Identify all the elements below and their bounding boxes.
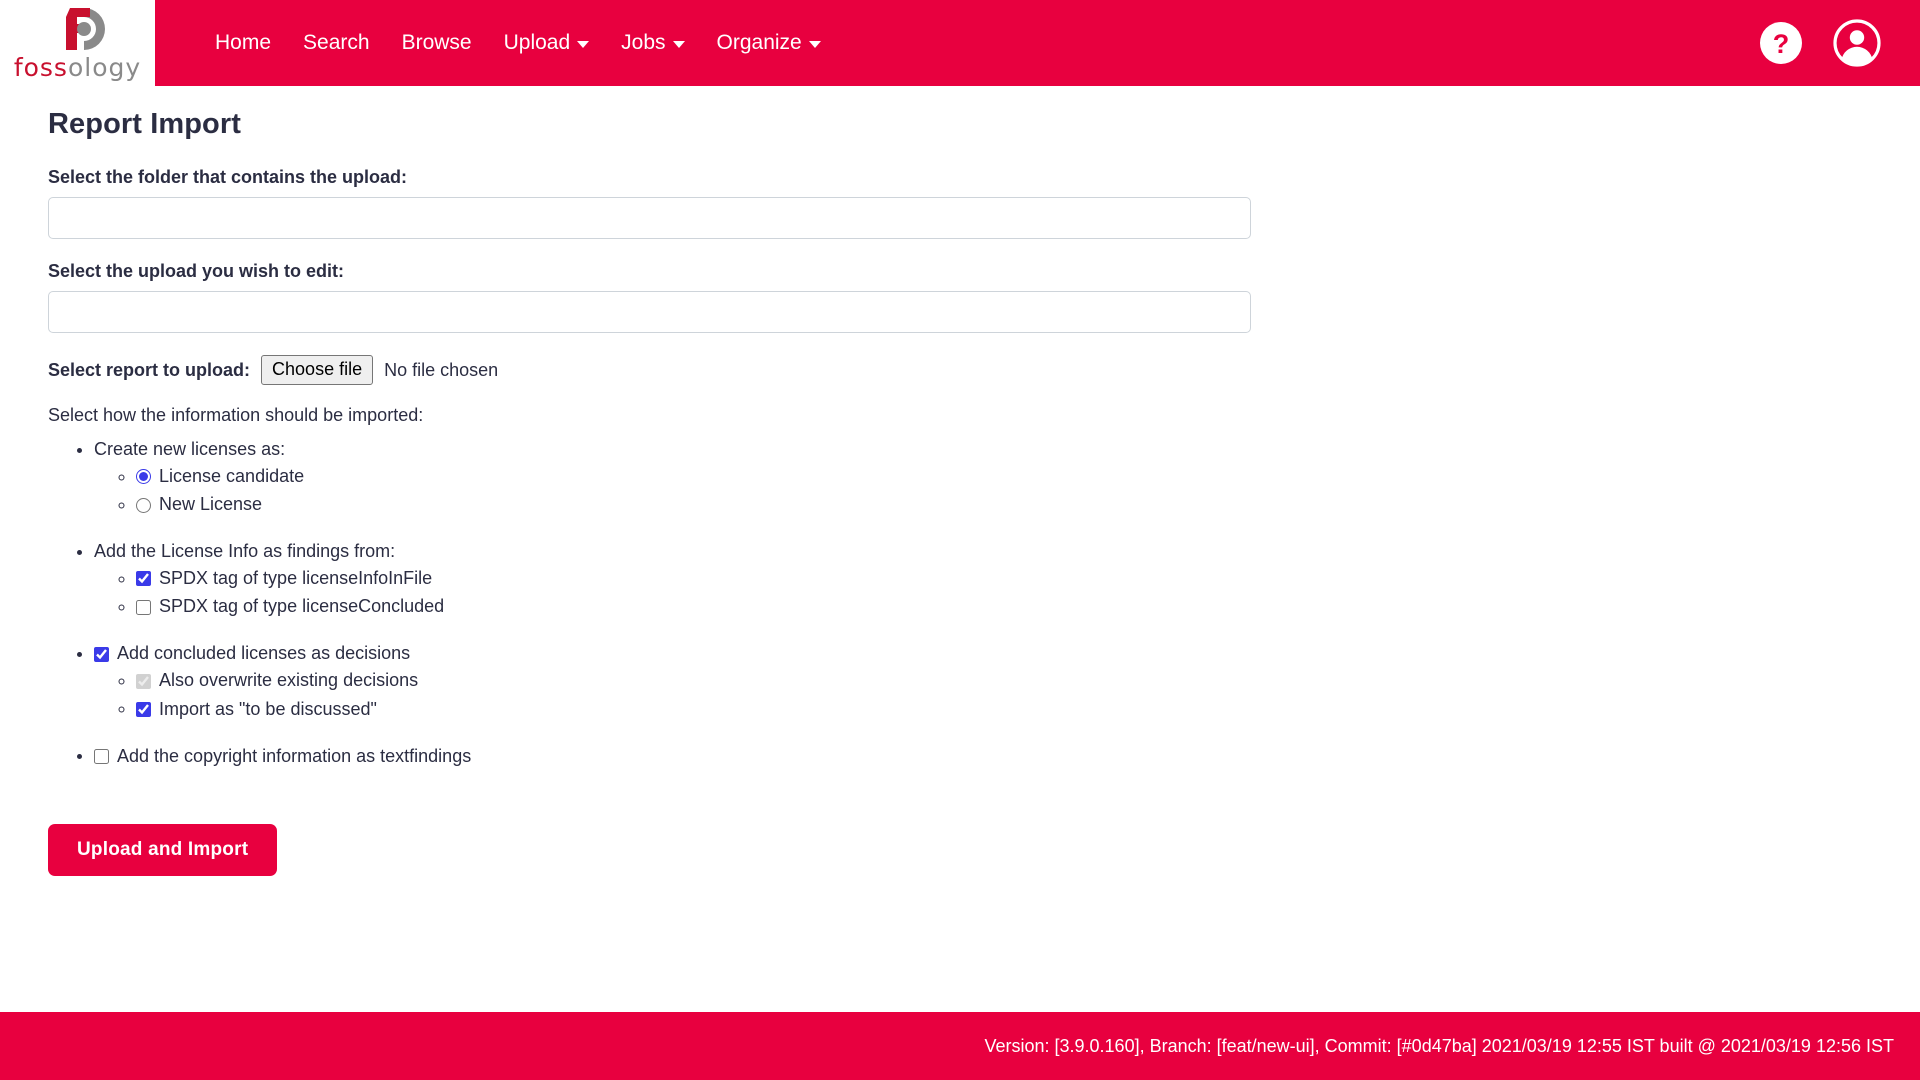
spdx-license-concluded-row[interactable]: SPDX tag of type licenseConcluded [136, 594, 444, 620]
report-file-row: Select report to upload: Choose file No … [48, 355, 1872, 385]
license-candidate-radio[interactable] [136, 469, 151, 485]
copyright-textfindings-label: Add the copyright information as textfin… [117, 745, 472, 766]
also-overwrite-label: Also overwrite existing decisions [159, 670, 419, 691]
nav-item-label: Upload [503, 31, 571, 54]
add-concluded-checkbox[interactable] [94, 646, 109, 662]
chevron-down-icon [577, 41, 590, 48]
concluded-sub-options: Also overwrite existing decisions Import… [94, 667, 1872, 723]
option-group-create-licenses: Create new licenses as: License candidat… [94, 436, 1872, 520]
option-group-license-info: Add the License Info as findings from: S… [94, 538, 1872, 622]
chevron-down-icon [672, 41, 685, 48]
spdx-license-concluded-checkbox[interactable] [136, 599, 151, 615]
nav-item-browse[interactable]: Browse [386, 23, 488, 63]
top-navbar: fossology Home Search Browse Upload Jobs… [0, 0, 1920, 86]
upload-select-label: Select the upload you wish to edit: [48, 261, 345, 281]
list-item: Import as "to be discussed" [136, 695, 1872, 723]
page-title: Report Import [48, 108, 242, 140]
import-to-be-discussed-row[interactable]: Import as "to be discussed" [136, 697, 377, 723]
license-info-choices: SPDX tag of type licenseInfoInFile SPDX … [94, 565, 1872, 621]
also-overwrite-row: Also overwrite existing decisions [136, 668, 418, 694]
license-candidate-label: License candidate [159, 466, 305, 487]
nav-item-label: Search [303, 31, 370, 54]
file-status-text: No file chosen [384, 359, 499, 380]
navbar-actions: ? [1758, 0, 1900, 86]
upload-and-import-button[interactable]: Upload and Import [48, 824, 278, 877]
nav-item-label: Home [215, 31, 272, 54]
import-to-be-discussed-checkbox[interactable] [136, 701, 151, 717]
list-item: SPDX tag of type licenseConcluded [136, 593, 1872, 621]
app-root: fossology Home Search Browse Upload Jobs… [0, 0, 1920, 1080]
nav-item-label: Jobs [621, 31, 666, 54]
nav-item-label: Organize [716, 31, 802, 54]
svg-text:?: ? [1773, 29, 1790, 59]
nav-item-label: Browse [401, 31, 472, 54]
list-item: SPDX tag of type licenseInfoInFile [136, 565, 1872, 593]
list-item: Also overwrite existing decisions [136, 667, 1872, 695]
nav-item-search[interactable]: Search [287, 23, 386, 63]
folder-select-input[interactable] [48, 197, 1251, 239]
add-concluded-row[interactable]: Add concluded licenses as decisions [94, 641, 410, 667]
list-item: New License [136, 491, 1872, 519]
new-license-label: New License [159, 494, 263, 515]
import-options-list: Create new licenses as: License candidat… [48, 436, 1872, 770]
report-file-label: Select report to upload: [48, 359, 251, 380]
version-info-text: Version: [3.9.0.160], Branch: [feat/new-… [984, 1035, 1894, 1056]
nav-item-organize[interactable]: Organize [701, 23, 837, 63]
nav-item-jobs[interactable]: Jobs [605, 23, 700, 63]
option-group-concluded-decisions: Add concluded licenses as decisions Also… [94, 640, 1872, 724]
spdx-license-info-in-file-label: SPDX tag of type licenseInfoInFile [159, 568, 433, 589]
nav-item-upload[interactable]: Upload [488, 23, 606, 63]
list-item: License candidate [136, 463, 1872, 491]
new-license-radio[interactable] [136, 497, 151, 513]
add-concluded-label: Add concluded licenses as decisions [117, 643, 411, 664]
create-licenses-label: Create new licenses as: [94, 439, 286, 459]
nav-item-home[interactable]: Home [199, 23, 287, 63]
license-candidate-row[interactable]: License candidate [136, 464, 304, 490]
user-account-icon[interactable] [1832, 18, 1882, 68]
copyright-textfindings-checkbox[interactable] [94, 748, 109, 764]
spdx-license-info-in-file-checkbox[interactable] [136, 571, 151, 587]
copyright-textfindings-row[interactable]: Add the copyright information as textfin… [94, 744, 471, 770]
main-content: Report Import Select the folder that con… [0, 86, 1920, 877]
chevron-down-icon [808, 41, 821, 48]
import-to-be-discussed-label: Import as "to be discussed" [159, 698, 377, 719]
also-overwrite-checkbox [136, 673, 151, 689]
folder-select-label: Select the folder that contains the uplo… [48, 167, 408, 187]
option-copyright-textfindings: Add the copyright information as textfin… [94, 742, 1872, 770]
spdx-license-info-in-file-row[interactable]: SPDX tag of type licenseInfoInFile [136, 566, 432, 592]
primary-nav: Home Search Browse Upload Jobs Organize [199, 23, 837, 63]
new-license-row[interactable]: New License [136, 492, 262, 518]
brand-wordmark: fossology [14, 53, 141, 82]
spdx-license-concluded-label: SPDX tag of type licenseConcluded [159, 596, 445, 617]
choose-file-button[interactable]: Choose file [261, 355, 374, 385]
page-footer: Version: [3.9.0.160], Branch: [feat/new-… [0, 1012, 1920, 1080]
brand-word-red: foss [13, 53, 68, 82]
license-info-label: Add the License Info as findings from: [94, 540, 396, 561]
upload-select-input[interactable] [48, 291, 1251, 333]
create-licenses-choices: License candidate New License [94, 463, 1872, 519]
help-circle-icon[interactable]: ? [1758, 20, 1804, 66]
brand-word-gray: ology [67, 53, 142, 82]
import-instructions: Select how the information should be imp… [48, 405, 424, 425]
brand-logo[interactable]: fossology [0, 0, 155, 86]
fossology-logo-icon [65, 8, 105, 50]
